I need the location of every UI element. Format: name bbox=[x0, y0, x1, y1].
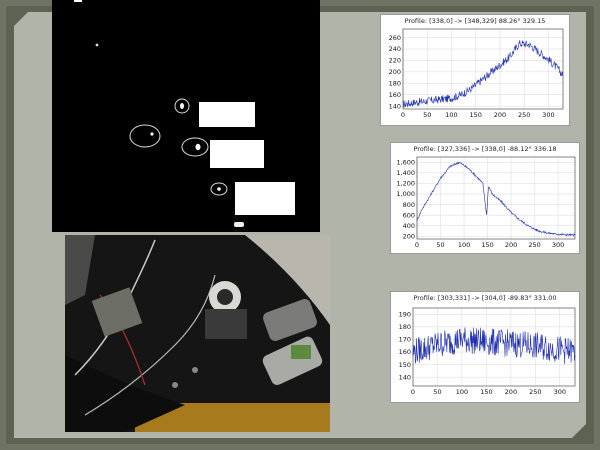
star-s1 bbox=[180, 103, 184, 109]
y-tick-label: 180 bbox=[399, 323, 411, 331]
plot-3-chart: 0 50 100 150 200 250 300 140 150 160 170 180 190 bbox=[399, 307, 576, 396]
y-tick-label: 800 bbox=[403, 201, 415, 209]
x-tick-label: 150 bbox=[470, 111, 482, 119]
y-tick-label: 140 bbox=[389, 102, 401, 110]
x-tick-label: 200 bbox=[505, 388, 517, 396]
star-dot bbox=[95, 43, 99, 47]
x-tick-label: 50 bbox=[423, 111, 431, 119]
photo-bolt-2 bbox=[192, 367, 198, 373]
y-tick-label: 400 bbox=[403, 222, 415, 230]
y-tick-label: 200 bbox=[403, 233, 415, 241]
y-tick-label: 260 bbox=[389, 34, 401, 42]
photo-filter-unit bbox=[205, 309, 247, 339]
y-tick-label: 1,000 bbox=[396, 190, 415, 198]
photo-bolt bbox=[172, 382, 178, 388]
ellipse-large bbox=[129, 124, 161, 148]
x-tick-label: 150 bbox=[481, 241, 493, 249]
x-tick-label: 250 bbox=[518, 111, 530, 119]
profile-plot-2: Profile: [327,336] -> [338,0] -88.12° 33… bbox=[390, 142, 580, 254]
label-s2: S2 bbox=[212, 138, 228, 151]
y-tick-label: 600 bbox=[403, 211, 415, 219]
y-tick-label: 1,400 bbox=[396, 169, 415, 177]
y-tick-label: 200 bbox=[389, 68, 401, 76]
x-tick-label: 300 bbox=[552, 241, 564, 249]
profile-plot-3: Profile: [303,331] -> [304,0] -89.83° 33… bbox=[390, 291, 580, 403]
plot-1-chart: 0 50 100 150 200 250 300 140 160 180 200 220 240 260 bbox=[389, 28, 564, 119]
y-tick-label: 160 bbox=[399, 348, 411, 356]
profile-plot-1: Profile: [338,0] -> [348,329] 88.26° 329… bbox=[380, 14, 570, 126]
x-tick-label: 50 bbox=[433, 388, 441, 396]
y-tick-label: 1,200 bbox=[396, 180, 415, 188]
y-tick-label: 170 bbox=[399, 336, 411, 344]
x-tick-label: 200 bbox=[505, 241, 517, 249]
y-tick-label: 240 bbox=[389, 45, 401, 53]
x-tick-label: 250 bbox=[529, 388, 541, 396]
y-tick-label: 160 bbox=[389, 91, 401, 99]
star-s3 bbox=[217, 187, 221, 191]
ellipse-s2 bbox=[181, 137, 209, 157]
top-white-mark bbox=[74, 0, 82, 2]
y-tick-label: 1,600 bbox=[396, 158, 415, 166]
plot-2-chart: 0 50 100 150 200 250 300 200 400 600 800 1,000 1,200… bbox=[396, 156, 576, 249]
y-tick-label: 180 bbox=[389, 79, 401, 87]
x-tick-label: 100 bbox=[458, 241, 470, 249]
bottom-white-mark bbox=[234, 222, 244, 227]
x-tick-label: 50 bbox=[436, 241, 444, 249]
star-field-image: S1 S2 S3 bbox=[52, 0, 320, 232]
label-s3: S3 bbox=[236, 180, 252, 193]
instrument-photo bbox=[65, 235, 330, 432]
y-tick-label: 190 bbox=[399, 310, 411, 318]
instrument-photo-illustration bbox=[65, 235, 330, 432]
photo-green-board bbox=[291, 345, 311, 359]
star-s2 bbox=[195, 143, 201, 151]
x-tick-label: 100 bbox=[445, 111, 457, 119]
x-tick-label: 250 bbox=[528, 241, 540, 249]
label-s1: S1 bbox=[201, 100, 217, 113]
x-tick-label: 300 bbox=[542, 111, 554, 119]
photo-lens-1-inner bbox=[217, 289, 233, 305]
x-tick-label: 300 bbox=[554, 388, 566, 396]
y-tick-label: 140 bbox=[399, 373, 411, 381]
y-tick-label: 150 bbox=[399, 361, 411, 369]
x-tick-label: 0 bbox=[411, 388, 415, 396]
x-tick-label: 200 bbox=[494, 111, 506, 119]
x-tick-label: 0 bbox=[415, 241, 419, 249]
x-tick-label: 0 bbox=[401, 111, 405, 119]
x-tick-label: 100 bbox=[456, 388, 468, 396]
y-tick-label: 220 bbox=[389, 57, 401, 65]
x-tick-label: 150 bbox=[480, 388, 492, 396]
star-large bbox=[150, 132, 154, 136]
